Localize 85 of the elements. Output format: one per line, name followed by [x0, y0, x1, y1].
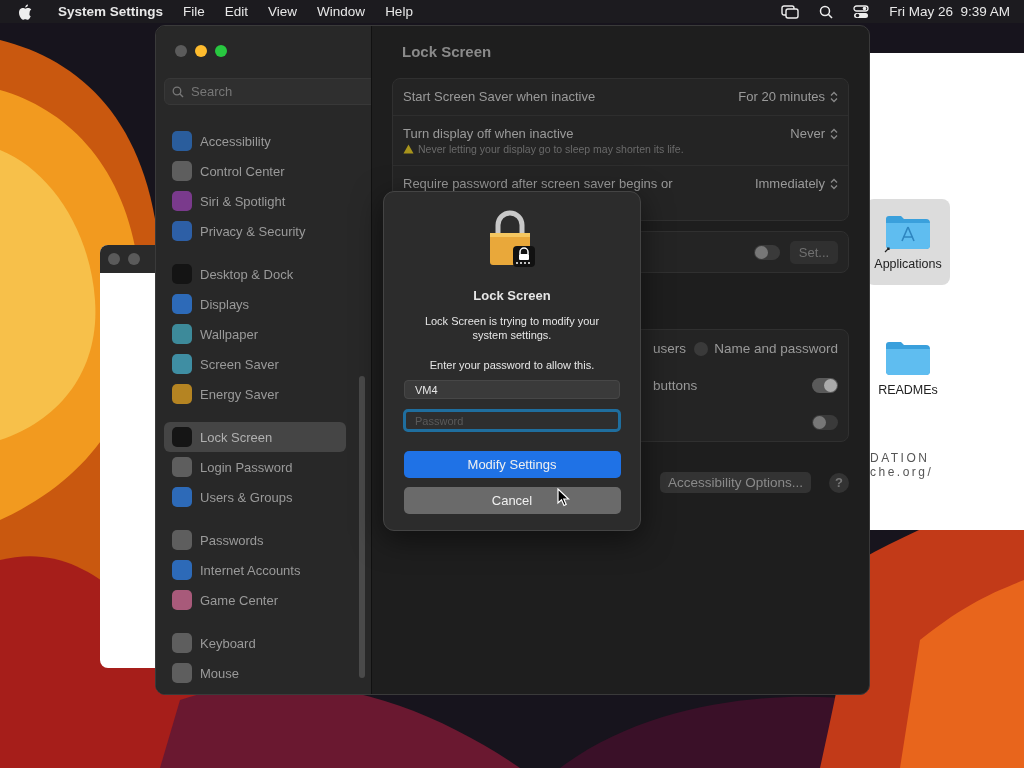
sidebar-item[interactable]: Wallpaper: [164, 319, 346, 349]
sidebar-item[interactable]: Energy Saver: [164, 379, 346, 409]
sidebar-item[interactable]: Displays: [164, 289, 346, 319]
option-label: Name and password: [714, 341, 838, 356]
item-label: Accessibility: [200, 133, 271, 149]
item-label: Control Center: [200, 163, 285, 179]
setting-label: Require password after screen saver begins or: [403, 176, 674, 191]
footer-text: che.org/: [870, 465, 934, 479]
cursor-icon: [557, 488, 570, 507]
screen-mirroring-icon[interactable]: [781, 4, 800, 19]
applications-folder-icon: [884, 213, 932, 253]
sidebar-item[interactable]: Accessibility: [164, 126, 346, 156]
item-label: Passwords: [200, 532, 264, 548]
menu-item[interactable]: Edit: [224, 4, 249, 19]
sidebar-item[interactable]: Siri & Spotlight: [164, 186, 346, 216]
sidebar-item[interactable]: Passwords: [164, 525, 346, 555]
control-center-icon[interactable]: [853, 4, 870, 19]
help-button[interactable]: ?: [829, 472, 849, 493]
warning-text: Never letting your display go to sleep may shorten its life.: [418, 143, 684, 155]
setting-label: buttons: [653, 378, 699, 393]
item-label: READMEs: [878, 383, 938, 397]
item-label: Applications: [874, 257, 942, 271]
clock[interactable]: Fri May 26 9:39 AM: [889, 4, 1010, 19]
app-menu[interactable]: System Settings: [58, 4, 164, 19]
sidebar-item[interactable]: Screen Saver: [164, 349, 346, 379]
zoom-button[interactable]: [215, 45, 227, 57]
username-field[interactable]: VM4: [404, 380, 620, 399]
item-label: Login Password: [200, 459, 293, 475]
dialog-prompt: Enter your password to allow this.: [429, 359, 595, 371]
popup-button[interactable]: For 20 minutes: [738, 89, 838, 104]
apple-icon[interactable]: [18, 3, 32, 20]
sidebar-item[interactable]: Users & Groups: [164, 482, 346, 512]
search-icon[interactable]: [819, 4, 834, 19]
item-label: Desktop & Dock: [200, 266, 294, 282]
popup-button[interactable]: Never: [790, 126, 838, 141]
modify-settings-button[interactable]: Modify Settings: [403, 451, 621, 478]
sidebar-item[interactable]: Login Password: [164, 452, 346, 482]
setting-label: Turn display off when inactive: [403, 126, 575, 141]
option-label: users: [653, 341, 687, 356]
item-label: Wallpaper: [200, 326, 259, 342]
popup-button[interactable]: Immediately: [754, 176, 838, 191]
setting-label: Start Screen Saver when inactive: [403, 89, 597, 104]
item-label: Energy Saver: [200, 386, 279, 402]
item-label: Displays: [200, 296, 250, 312]
pane-title: Lock Screen: [401, 42, 493, 62]
sidebar-item[interactable]: Lock Screen: [164, 422, 346, 452]
accessibility-options-button[interactable]: Accessibility Options...: [659, 472, 811, 493]
item-label: Siri & Spotlight: [200, 193, 286, 209]
chevrons-icon: [830, 127, 838, 140]
sidebar-item[interactable]: Internet Accounts: [164, 555, 346, 585]
minimize-button[interactable]: [195, 45, 207, 57]
item-label: Screen Saver: [200, 356, 279, 372]
menu-item[interactable]: View: [268, 4, 298, 19]
footer-text: DATION: [870, 451, 930, 465]
item-label: Privacy & Security: [200, 223, 306, 239]
warning-icon: [403, 144, 414, 154]
set-button[interactable]: Set...: [790, 240, 838, 264]
search-icon: [172, 86, 184, 98]
padlock-icon: [487, 210, 537, 268]
scrollbar[interactable]: [359, 376, 365, 678]
chevrons-icon: [830, 177, 838, 190]
chevrons-icon: [830, 90, 838, 103]
toggle-switch[interactable]: [812, 378, 838, 393]
menu-item[interactable]: File: [183, 4, 205, 19]
item-label: Internet Accounts: [200, 562, 301, 578]
sidebar-item[interactable]: Keyboard: [164, 628, 346, 658]
toggle-switch[interactable]: [754, 244, 780, 260]
search-field[interactable]: Search: [164, 78, 371, 105]
sidebar-item[interactable]: Game Center: [164, 585, 346, 615]
item-label: Game Center: [200, 592, 279, 608]
cancel-button[interactable]: Cancel: [403, 487, 621, 514]
item-label: Mouse: [200, 665, 240, 681]
sidebar-item[interactable]: Privacy & Security: [164, 216, 346, 246]
toggle-switch[interactable]: [812, 415, 838, 430]
sidebar-item[interactable]: Mouse: [164, 658, 346, 688]
desktop-item[interactable]: READMEs: [866, 325, 950, 411]
menu-item[interactable]: Help: [385, 4, 413, 19]
item-label: Lock Screen: [200, 429, 273, 445]
sidebar-item[interactable]: Desktop & Dock: [164, 259, 346, 289]
item-label: Keyboard: [200, 635, 256, 651]
sidebar-item[interactable]: Control Center: [164, 156, 346, 186]
menu-item[interactable]: Window: [317, 4, 366, 19]
dialog-message: Lock Screen is trying to modify your system settings.: [423, 314, 601, 342]
item-label: Users & Groups: [200, 489, 293, 505]
dialog-title: Lock Screen: [473, 288, 551, 303]
